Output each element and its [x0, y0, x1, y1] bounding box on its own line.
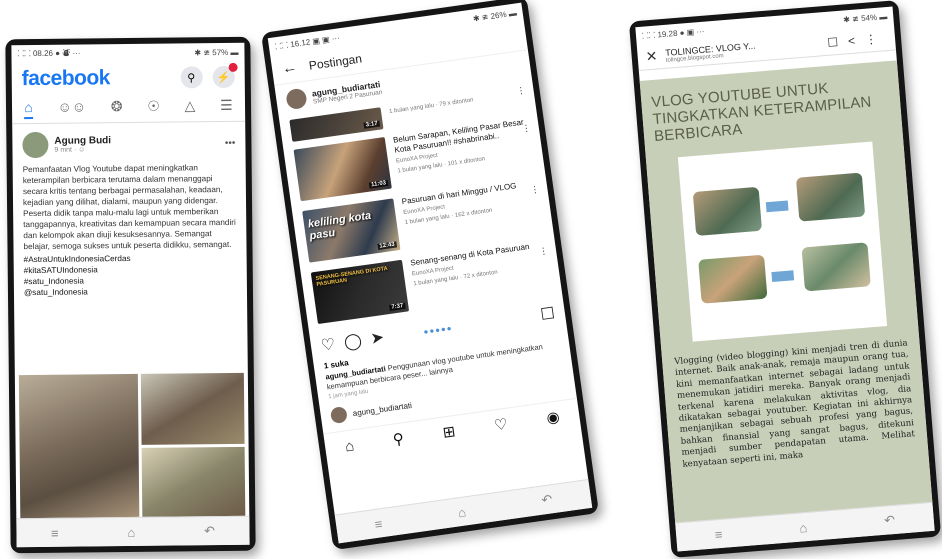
- share-icon[interactable]: ➤: [369, 327, 386, 349]
- home-button-icon[interactable]: ⌂: [457, 504, 467, 520]
- share-icon[interactable]: <: [848, 32, 866, 47]
- android-nav-bar: ≡ ⌂ ↶: [16, 515, 250, 548]
- status-right: ✱ ≇ 26% ▬: [472, 7, 518, 24]
- video-duration: 11:03: [368, 179, 389, 189]
- classroom-photo[interactable]: [18, 373, 140, 520]
- status-right: ✱ ≇ 54% ▬: [842, 11, 888, 24]
- photo-tile: [692, 186, 762, 237]
- video-duration: 3:17: [363, 120, 381, 129]
- photo-tile: [801, 242, 871, 292]
- phone-facebook: ⸬⸬ 08.26 ● ⛇ ··· ✱ ≇ 57% ▬ facebook ⚲ ⚡ …: [5, 36, 256, 554]
- thumbnail-text: SENANG-SENANG DI KOTA PASURUAN: [315, 265, 388, 288]
- kebab-menu-icon[interactable]: ⋮: [521, 123, 531, 135]
- instagram-screen: ⸬⸬ 16.12 ▣ ▣ ··· ✱ ≇ 26% ▬ ← Postingan a…: [267, 2, 593, 544]
- recent-apps-icon[interactable]: ≡: [714, 526, 723, 542]
- blog-content: VLOG YOUTUBE UNTUK TINGKATKAN KETERAMPIL…: [639, 60, 933, 524]
- phone-blog: ⸬⸬ 19.28 ● ▣ ··· ✱ ≇ 54% ▬ ✕ TOLINGCE: V…: [628, 0, 942, 558]
- video-duration: 12:43: [377, 241, 398, 251]
- avatar[interactable]: [22, 131, 49, 159]
- more-options-icon[interactable]: •••: [225, 137, 236, 148]
- post-photo-grid: [18, 372, 246, 520]
- android-nav-bar: ≡ ⌂ ↶: [334, 478, 593, 544]
- status-right: ✱ ≇ 57% ▬: [194, 47, 239, 57]
- post-meta: 9 mnt · ☺: [54, 146, 86, 154]
- profile-icon[interactable]: ◉: [545, 407, 560, 427]
- back-icon[interactable]: ↶: [540, 491, 553, 508]
- page-title: Postingan: [307, 50, 363, 73]
- facebook-logo: facebook: [21, 66, 111, 91]
- home-icon[interactable]: ⌂: [24, 99, 33, 120]
- heart-icon[interactable]: ♡: [320, 334, 337, 356]
- video-duration: 7:37: [389, 302, 406, 311]
- kebab-menu-icon[interactable]: ⋮: [864, 31, 887, 47]
- close-icon[interactable]: ✕: [645, 48, 658, 66]
- post-header: Agung Budi 9 mnt · ☺ •••: [12, 122, 245, 162]
- comment-username[interactable]: agung_budiartati: [352, 400, 412, 417]
- groups-icon[interactable]: ❂: [111, 98, 123, 118]
- video-thumbnail[interactable]: keliling kota pasu 12:43: [302, 198, 401, 263]
- search-icon[interactable]: ⚲: [180, 66, 203, 89]
- back-arrow-icon[interactable]: ←: [281, 59, 298, 78]
- messenger-icon[interactable]: ⚡: [212, 62, 238, 89]
- blog-body: Vlogging (video blogging) kini menjadi t…: [673, 338, 916, 470]
- video-thumbnail[interactable]: SENANG-SENANG DI KOTA PASURUAN 7:37: [310, 259, 410, 325]
- avatar: [329, 406, 348, 425]
- home-button-icon[interactable]: ⌂: [799, 520, 808, 536]
- menu-icon[interactable]: ☰: [220, 97, 233, 117]
- facebook-tab-bar: ⌂ ☺☺ ❂ ☉ △ ☰: [11, 92, 246, 125]
- post-body: Pemanfaatan Vlog Youtube dapat meningkat…: [22, 163, 236, 252]
- classroom-photo-2[interactable]: [141, 446, 246, 518]
- facebook-header: facebook ⚲ ⚡: [12, 61, 245, 95]
- back-icon[interactable]: ↶: [204, 523, 215, 539]
- profile-icon[interactable]: ☉: [147, 98, 160, 118]
- status-time: ⸬⸬ 19.28 ● ▣ ···: [641, 26, 705, 41]
- photo-tile: [697, 254, 768, 304]
- bookmark-icon[interactable]: ☐: [539, 303, 556, 325]
- thumbnail-text: keliling kota pasu: [307, 209, 372, 243]
- home-icon[interactable]: ⌂: [344, 437, 355, 455]
- heart-icon[interactable]: ♡: [493, 415, 509, 435]
- recent-apps-icon[interactable]: ≡: [374, 516, 384, 532]
- search-icon[interactable]: ⚲: [392, 429, 405, 448]
- notification-badge: [228, 62, 238, 72]
- post-author[interactable]: Agung Budi: [54, 135, 111, 147]
- add-post-icon[interactable]: ⊞: [442, 422, 457, 442]
- blog-title: VLOG YOUTUBE UNTUK TINGKATKAN KETERAMPIL…: [650, 79, 873, 146]
- arrow-icon: [770, 270, 794, 283]
- bookmark-icon[interactable]: ☐: [827, 34, 849, 50]
- students-photo[interactable]: [140, 372, 245, 445]
- mention-link[interactable]: @satu_Indonesia: [14, 285, 247, 298]
- facebook-screen: ⸬⸬ 08.26 ● ⛇ ··· ✱ ≇ 57% ▬ facebook ⚲ ⚡ …: [11, 42, 250, 548]
- back-icon[interactable]: ↶: [884, 512, 896, 529]
- bell-icon[interactable]: △: [184, 97, 195, 117]
- kebab-menu-icon[interactable]: ⋮: [516, 85, 526, 97]
- arrow-icon: [765, 200, 789, 213]
- blog-image: [677, 141, 887, 342]
- status-time: ⸬⸬ 08.26 ● ⛇ ···: [17, 48, 81, 59]
- kebab-menu-icon[interactable]: ⋮: [530, 184, 540, 196]
- video-thumbnail[interactable]: 11:03: [293, 136, 392, 202]
- kebab-menu-icon[interactable]: ⋮: [538, 245, 548, 257]
- avatar[interactable]: [285, 87, 308, 111]
- photo-tile: [795, 172, 865, 222]
- comment-icon[interactable]: ◯: [343, 330, 364, 352]
- phone-instagram: ⸬⸬ 16.12 ▣ ▣ ··· ✱ ≇ 26% ▬ ← Postingan a…: [260, 0, 600, 551]
- carousel-dots: ●●●●●: [422, 322, 454, 336]
- browser-screen: ⸬⸬ 19.28 ● ▣ ··· ✱ ≇ 54% ▬ ✕ TOLINGCE: V…: [635, 6, 935, 552]
- friends-icon[interactable]: ☺☺: [57, 98, 86, 118]
- home-button-icon[interactable]: ⌂: [127, 524, 135, 539]
- recent-apps-icon[interactable]: ≡: [51, 525, 59, 540]
